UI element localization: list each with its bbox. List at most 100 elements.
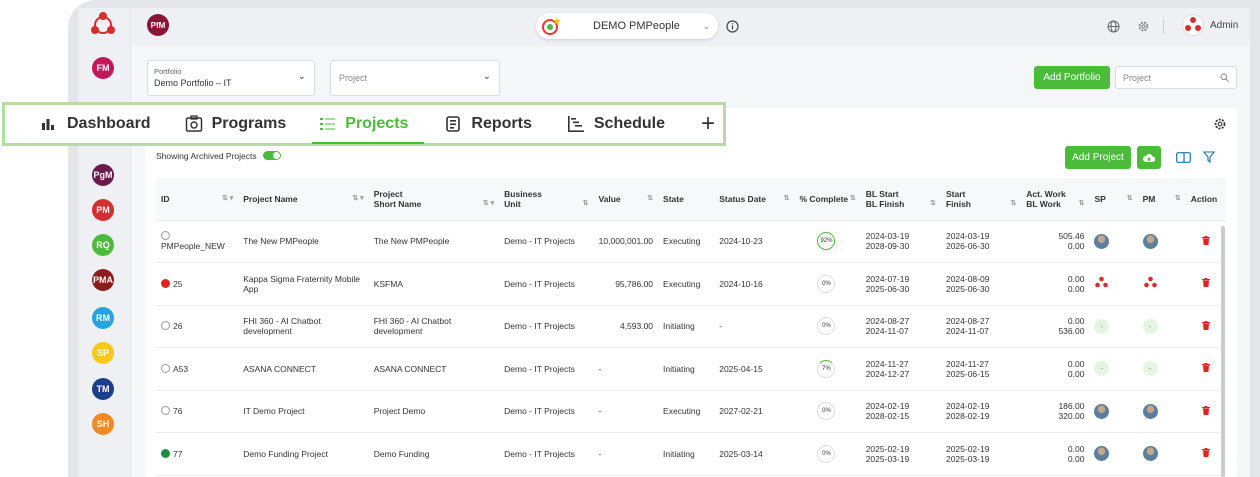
pmpeople-avatar-icon[interactable] [1094,275,1109,290]
col-business-unit[interactable]: Business Unit ⇅ [499,178,594,221]
tab-dashboard[interactable]: Dashboard [41,105,151,143]
status-dot [161,231,170,241]
empty-avatar[interactable]: - [1094,318,1110,334]
filter-icon[interactable] [1203,151,1215,163]
cell-dates: 2024-03-19 2026-06-30 [940,220,1022,263]
empty-avatar[interactable]: - [1142,361,1158,377]
app-logo-icon[interactable] [88,10,118,40]
col-value[interactable]: Value ⇅ [593,178,659,221]
cell-project-name[interactable]: ASANA CONNECT [238,347,369,391]
cell-pm: - [1137,347,1186,391]
cell-project-name[interactable]: Kappa Sigma Fraternity Mobile App [238,262,369,306]
user-avatar[interactable] [1094,403,1110,419]
tab-projects[interactable]: Projects [312,105,425,144]
tab-reports[interactable]: Reports [446,105,532,143]
cell-percent: 0% [794,432,861,476]
user-name[interactable]: Admin [1210,20,1238,31]
sidebar-item-rm[interactable]: RM [92,307,114,329]
sidebar-item-fm[interactable]: FM [92,57,114,79]
org-badge[interactable]: PfM [147,14,169,36]
cloud-upload-button[interactable] [1137,146,1161,169]
empty-avatar[interactable]: - [1142,318,1158,334]
cell-action [1185,262,1226,306]
cell-id: 77 [156,432,239,476]
col-bl-dates[interactable]: BL Start BL Finish ⇅ [860,178,941,221]
user-avatar[interactable] [1142,233,1158,249]
info-icon[interactable] [726,20,739,33]
user-avatar[interactable] [1142,403,1158,419]
table-row[interactable]: PMPeople_NEW The New PMPeople The New PMPe… [156,220,1226,263]
pmpeople-avatar-icon[interactable] [1143,275,1158,290]
tab-programs[interactable]: Programs [185,105,286,143]
sidebar-item-tm[interactable]: TM [92,378,114,400]
trash-icon[interactable] [1201,448,1210,458]
col-state[interactable]: State [658,178,715,221]
table-scrollbar[interactable] [1221,226,1225,477]
portfolio-select[interactable]: Portfolio Demo Portfolio – IT ⌄ [147,60,315,96]
add-project-button[interactable]: Add Project [1065,146,1131,169]
table-row[interactable]: 25 Kappa Sigma Fraternity Mobile App KSFMA… [156,262,1226,306]
project-select[interactable]: Project ⌄ [330,60,500,96]
cell-value: - [593,432,659,476]
gear-icon[interactable] [1137,20,1150,33]
table-row[interactable]: 77 Demo Funding Project Demo Funding Demo -… [156,432,1226,476]
search-placeholder: Project [1123,73,1152,83]
cell-business-unit: Demo - IT Projects [499,220,594,263]
progress-ring: 0% [817,402,836,421]
table-row[interactable]: A53 ASANA CONNECT ASANA CONNECT Demo - IT P… [156,347,1226,391]
chevron-down-icon: ⌄ [702,20,710,31]
trash-icon[interactable] [1201,320,1210,330]
table-row[interactable]: 26 FHI 360 - AI Chatbot development FHI 36… [156,305,1226,348]
sidebar-item-pma[interactable]: PMA [92,269,114,291]
col-status-date[interactable]: Status Date ⇅ [714,178,795,221]
sidebar-item-pgm[interactable]: PgM [92,164,114,186]
cell-project-name[interactable]: FHI 360 - AI Chatbot development [238,305,369,348]
cell-work: 0.00 0.00 [1021,262,1090,306]
archived-toggle[interactable] [263,151,282,160]
col-id[interactable]: ID ⇅ ▾ [156,178,239,221]
status-dot [161,321,170,331]
cell-short-name: The New PMPeople [368,220,500,263]
sidebar-item-sh[interactable]: SH [92,413,114,435]
cell-project-name[interactable]: Demo Funding Project [238,432,369,476]
tab-schedule[interactable]: Schedule [567,105,665,143]
settings-gear-icon[interactable] [1213,117,1227,131]
chevron-down-icon: ⌄ [297,71,306,82]
cell-work: 0.00 536.00 [1021,305,1090,348]
sidebar-item-rq[interactable]: RQ [92,234,114,256]
cell-work: 186.00 320.00 [1021,390,1090,433]
col-pm[interactable]: PM ⇅ [1137,178,1186,221]
trash-icon[interactable] [1201,363,1210,373]
search-input[interactable]: Project [1115,66,1237,89]
empty-avatar[interactable]: - [1094,361,1110,377]
add-portfolio-button[interactable]: Add Portfolio [1034,66,1110,89]
avatar[interactable] [1182,14,1204,36]
sidebar-item-sp[interactable]: SP [92,342,114,364]
col-percent-complete[interactable]: % Complete ⇅ [794,178,861,221]
project-selector[interactable]: DEMO PMPeople ⌄ [536,13,718,39]
cell-project-name[interactable]: IT Demo Project [238,390,369,433]
cell-status-date: 2025-04-15 [714,347,795,391]
col-short-name[interactable]: Project Short Name ⇅ ▾ [368,178,500,221]
table-header-row: ID ⇅ ▾ Project Name ⇅ ▾ Project Short Name ⇅… [156,178,1226,221]
globe-icon[interactable] [1107,20,1120,33]
add-tab-button[interactable]: + [701,105,715,143]
cell-project-name[interactable]: The New PMPeople [238,220,369,263]
cell-status-date: - [714,305,795,348]
cell-id: 26 [156,305,239,348]
col-sp[interactable]: SP ⇅ [1089,178,1138,221]
cell-sp [1089,390,1138,433]
sidebar-item-pm[interactable]: PM [92,199,114,221]
trash-icon[interactable] [1201,405,1210,415]
table-row[interactable]: 76 IT Demo Project Project Demo Demo - IT P… [156,390,1226,433]
trash-icon[interactable] [1201,235,1210,245]
column-toggle-icon[interactable] [1176,152,1191,163]
user-avatar[interactable] [1094,233,1110,249]
col-project-name[interactable]: Project Name ⇅ ▾ [238,178,369,221]
user-avatar[interactable] [1142,446,1158,462]
col-dates[interactable]: Start Finish ⇅ [940,178,1022,221]
trash-icon[interactable] [1201,278,1210,288]
cell-pm [1137,432,1186,476]
user-avatar[interactable] [1094,446,1110,462]
col-work[interactable]: Act. Work BL Work ⇅ [1021,178,1090,221]
